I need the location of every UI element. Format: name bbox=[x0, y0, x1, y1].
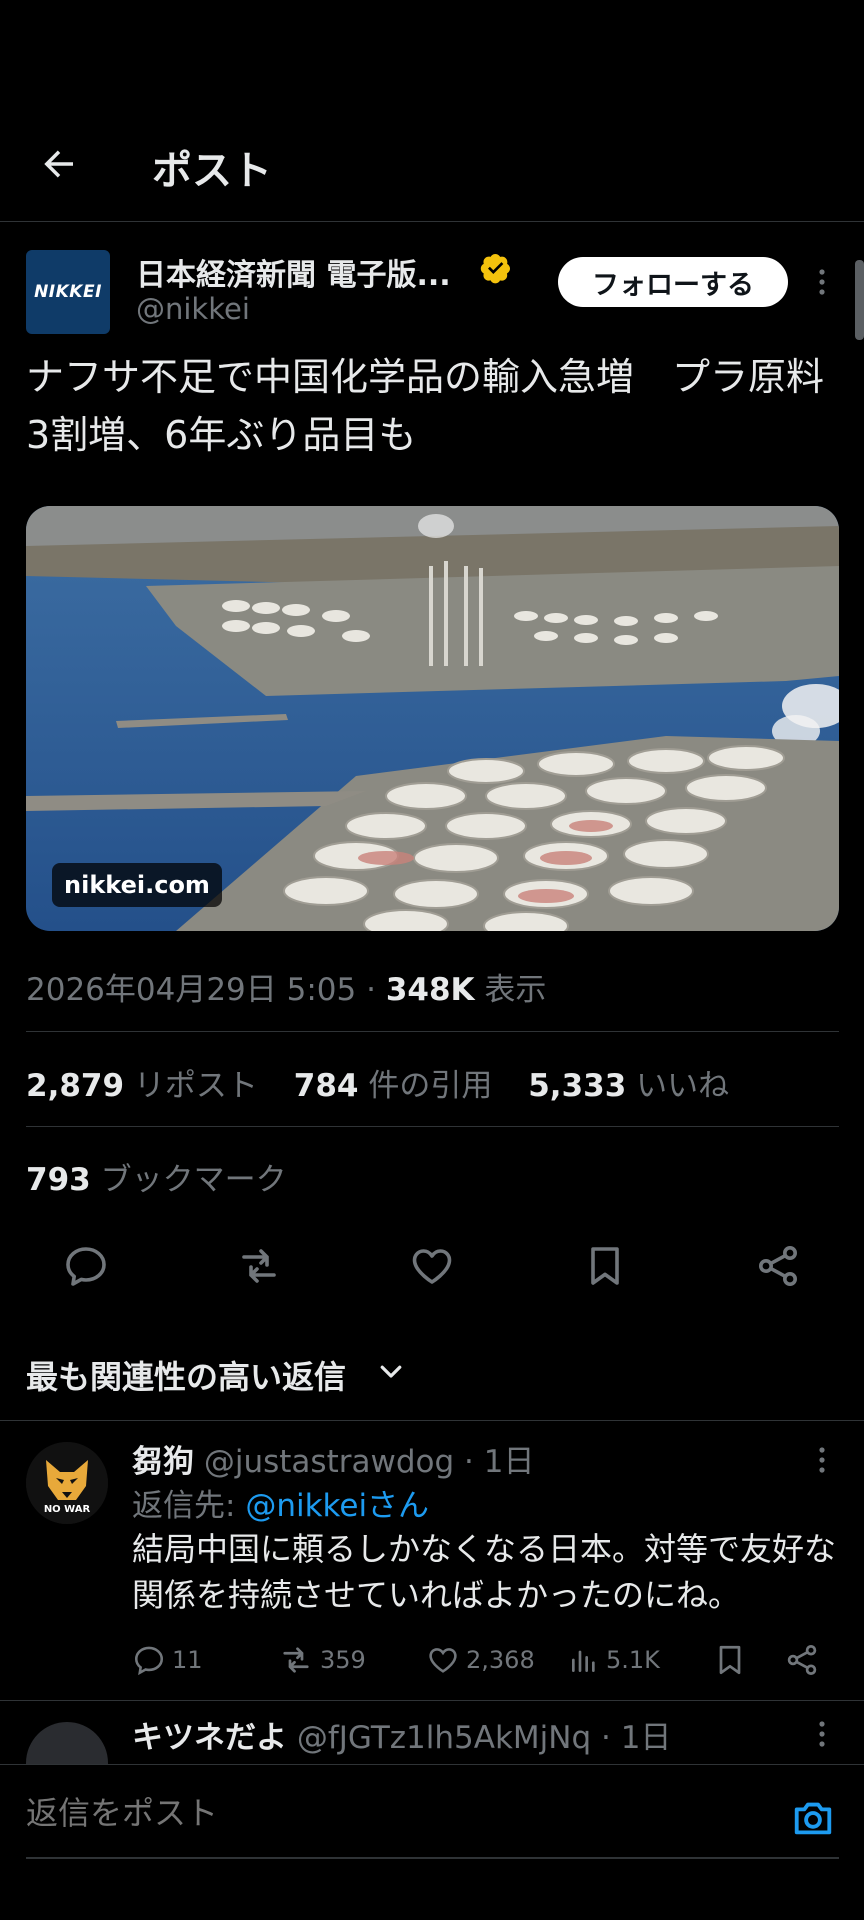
quote-count-link[interactable]: 784 件の引用 bbox=[294, 1068, 493, 1104]
like-count-link[interactable]: 5,333 いいね bbox=[528, 1068, 729, 1104]
meta-separator: · bbox=[356, 972, 386, 1008]
divider bbox=[26, 1126, 839, 1127]
post-action-bar bbox=[0, 1242, 864, 1302]
reply-time[interactable]: 1日 bbox=[484, 1444, 535, 1480]
post-view-count: 348K bbox=[385, 972, 475, 1008]
follow-button[interactable]: フォローする bbox=[558, 257, 788, 307]
reply-header: 芻狗 @justastrawdog · 1日 bbox=[132, 1444, 535, 1480]
scrollbar-thumb[interactable] bbox=[855, 260, 864, 340]
avatar-caption: NO WAR bbox=[43, 1504, 91, 1515]
post-meta: 2026年04月29日 5:05 · 348K 表示 bbox=[26, 964, 546, 1009]
reply-author-name[interactable]: 芻狗 bbox=[132, 1444, 194, 1480]
reply-repost-button[interactable]: 359 bbox=[278, 1640, 366, 1680]
author-name[interactable]: 日本経済新聞 電子版... bbox=[136, 250, 451, 294]
verified-badge-icon bbox=[480, 254, 510, 284]
reply-icon[interactable] bbox=[62, 1242, 110, 1290]
author-handle[interactable]: @nikkei bbox=[136, 292, 250, 326]
bookmark-count: 793 bbox=[26, 1162, 91, 1198]
reply-avatar[interactable] bbox=[26, 1722, 108, 1764]
share-icon[interactable] bbox=[784, 1640, 820, 1680]
engagement-stats: 2,879 リポスト 784 件の引用 5,333 いいね bbox=[26, 1060, 755, 1105]
top-bar: ポスト bbox=[0, 0, 864, 222]
camera-icon[interactable] bbox=[790, 1795, 836, 1841]
arrow-left-icon[interactable] bbox=[38, 143, 80, 185]
reply-to-prefix: 返信先: bbox=[132, 1488, 246, 1524]
reply-composer bbox=[0, 1764, 864, 1920]
reply-post[interactable]: キツネだよ @fJGTz1lh5AkMjNq · 1日 bbox=[0, 1700, 864, 1764]
like-count: 5,333 bbox=[528, 1068, 627, 1104]
quote-count: 784 bbox=[293, 1068, 359, 1104]
reply-like-button[interactable]: 2,368 bbox=[426, 1640, 535, 1680]
reply-to-line: 返信先: @nikkeiさん bbox=[132, 1480, 429, 1525]
like-icon bbox=[429, 1648, 457, 1673]
media-source-label: nikkei.com bbox=[52, 863, 222, 907]
repost-count: 2,879 bbox=[26, 1068, 125, 1104]
more-options-icon[interactable] bbox=[808, 1716, 836, 1752]
bookmark-label: ブックマーク bbox=[100, 1162, 287, 1198]
reply-header: キツネだよ @fJGTz1lh5AkMjNq · 1日 bbox=[132, 1720, 672, 1756]
reply-author-handle[interactable]: @justastrawdog bbox=[204, 1444, 454, 1480]
like-label: いいね bbox=[636, 1068, 730, 1104]
chevron-down-icon[interactable] bbox=[376, 1356, 406, 1386]
input-underline bbox=[26, 1857, 839, 1859]
repost-label: リポスト bbox=[133, 1068, 258, 1104]
more-options-icon[interactable] bbox=[808, 264, 836, 300]
reply-like-count: 2,368 bbox=[466, 1646, 535, 1674]
like-icon[interactable] bbox=[408, 1242, 456, 1290]
reply-author-handle[interactable]: @fJGTz1lh5AkMjNq bbox=[297, 1720, 591, 1756]
quote-label: 件の引用 bbox=[368, 1068, 493, 1104]
repost-count-link[interactable]: 2,879 リポスト bbox=[26, 1068, 258, 1104]
reply-reply-button[interactable]: 11 bbox=[132, 1640, 203, 1680]
reply-sort-label[interactable]: 最も関連性の高い返信 bbox=[26, 1352, 346, 1398]
reply-repost-count: 359 bbox=[320, 1646, 366, 1674]
divider bbox=[0, 1420, 864, 1421]
reply-icon bbox=[134, 1646, 164, 1676]
reply-view-count: 5.1K bbox=[606, 1646, 660, 1674]
divider bbox=[0, 1700, 864, 1701]
reply-text: 結局中国に頼るしかなくなる日本。対等で友好な関係を持続させていればよかったのにね… bbox=[132, 1530, 837, 1614]
reply-time[interactable]: 1日 bbox=[621, 1720, 672, 1756]
bookmark-icon[interactable] bbox=[581, 1242, 629, 1290]
reply-reply-count: 11 bbox=[172, 1646, 203, 1674]
bookmark-icon[interactable] bbox=[712, 1640, 748, 1680]
page-title: ポスト bbox=[152, 148, 272, 194]
reply-author-name[interactable]: キツネだよ bbox=[132, 1720, 287, 1756]
more-options-icon[interactable] bbox=[808, 1442, 836, 1478]
divider bbox=[26, 1031, 839, 1032]
share-icon[interactable] bbox=[754, 1242, 802, 1290]
post-image[interactable]: nikkei.com bbox=[26, 506, 839, 931]
reply-input[interactable] bbox=[26, 1795, 726, 1832]
author-avatar[interactable]: NIKKEI bbox=[26, 250, 110, 334]
views-label: 表示 bbox=[484, 972, 547, 1008]
bookmark-stats[interactable]: 793 ブックマーク bbox=[26, 1154, 287, 1199]
post-text: ナフサ不足で中国化学品の輸入急増 プラ原料3割増、6年ぶり品目も bbox=[26, 355, 825, 457]
repost-icon[interactable] bbox=[235, 1242, 283, 1290]
reply-views-button[interactable]: 5.1K bbox=[568, 1640, 660, 1680]
reply-avatar[interactable]: NO WAR bbox=[26, 1442, 108, 1524]
reply-to-link[interactable]: @nikkeiさん bbox=[245, 1488, 429, 1524]
views-chart-icon bbox=[572, 1650, 595, 1672]
post-timestamp[interactable]: 2026年04月29日 5:05 bbox=[26, 972, 356, 1008]
repost-icon bbox=[283, 1647, 309, 1673]
